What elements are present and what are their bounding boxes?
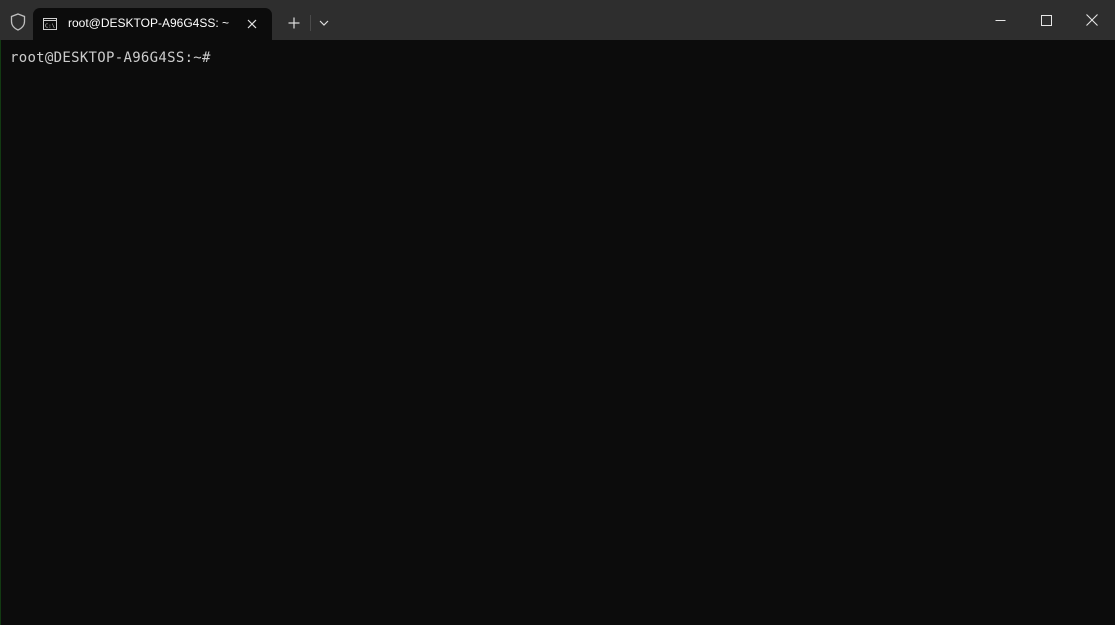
maximize-icon <box>1040 14 1052 26</box>
window-edge <box>0 40 1 625</box>
terminal-window: C:\ root@DESKTOP-A96G4SS: ~ root@DESKTOP… <box>0 0 1115 625</box>
new-tab-button[interactable] <box>283 12 305 34</box>
tab-terminal[interactable]: C:\ root@DESKTOP-A96G4SS: ~ <box>33 8 272 40</box>
plus-icon <box>288 17 300 29</box>
shield-icon <box>9 13 27 31</box>
terminal-content[interactable]: root@DESKTOP-A96G4SS:~# <box>0 40 1115 625</box>
svg-text:C:\: C:\ <box>45 24 55 30</box>
terminal-prompt-icon: C:\ <box>43 17 57 31</box>
tab-close-button[interactable] <box>242 14 262 34</box>
new-tab-dropdown-button[interactable] <box>314 12 334 34</box>
window-close-button[interactable] <box>1069 0 1115 40</box>
chevron-down-icon <box>319 20 329 26</box>
maximize-button[interactable] <box>1023 0 1069 40</box>
minimize-button[interactable] <box>977 0 1023 40</box>
title-bar[interactable]: C:\ root@DESKTOP-A96G4SS: ~ <box>0 0 1115 40</box>
shell-prompt: root@DESKTOP-A96G4SS:~# <box>10 50 211 66</box>
close-icon <box>1086 14 1098 26</box>
tab-separator <box>310 15 311 31</box>
tab-title: root@DESKTOP-A96G4SS: ~ <box>68 16 230 30</box>
minimize-icon <box>995 19 1005 21</box>
close-icon <box>247 19 257 29</box>
